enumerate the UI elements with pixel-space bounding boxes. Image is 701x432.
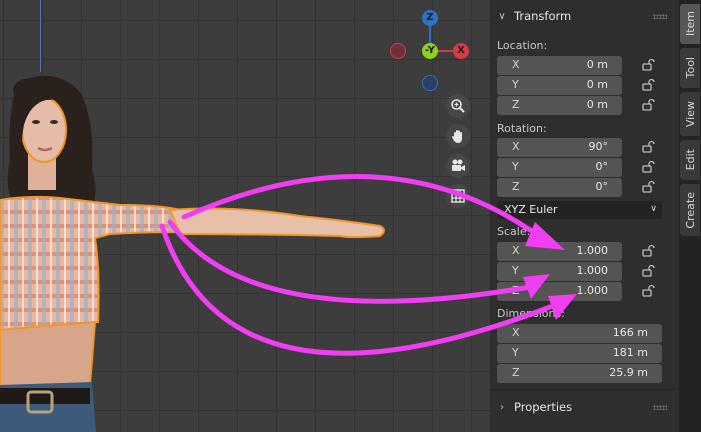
rotation-x-field[interactable]: X 90° <box>497 138 622 157</box>
location-x-field[interactable]: X 0 m <box>497 56 622 75</box>
axis-label: Y <box>512 346 519 359</box>
scale-z-field[interactable]: Z 1.000 <box>497 282 622 301</box>
rotation-label: Rotation: <box>497 122 547 135</box>
tab-create[interactable]: Create <box>680 184 700 236</box>
camera-icon[interactable] <box>446 154 470 178</box>
field-value: 90° <box>588 140 609 153</box>
axis-label: X <box>512 326 520 339</box>
3d-viewport[interactable]: Z -Y X <box>0 0 490 432</box>
sidebar-tabs: Item Tool View Edit Create <box>679 0 701 432</box>
field-value: 0 m <box>586 78 608 91</box>
tab-create-label: Create <box>683 191 697 229</box>
zoom-icon[interactable] <box>446 94 470 118</box>
gizmo-neg-x-axis[interactable] <box>390 43 406 59</box>
location-y-field[interactable]: Y 0 m <box>497 76 622 95</box>
scale-y-field[interactable]: Y 1.000 <box>497 262 622 281</box>
axis-label: X <box>512 58 520 71</box>
axis-label: X <box>512 244 520 257</box>
axis-label: Y <box>512 78 519 91</box>
lock-icon[interactable] <box>641 180 655 194</box>
lock-icon[interactable] <box>641 160 655 174</box>
scale-label: Scale: <box>497 225 531 238</box>
drag-grip-icon[interactable] <box>653 14 667 19</box>
chevron-down-icon: ∨ <box>498 10 506 22</box>
tab-item-label: Item <box>683 11 697 37</box>
tab-tool-label: Tool <box>683 57 697 79</box>
location-label: Location: <box>497 39 548 52</box>
tab-view[interactable]: View <box>680 92 700 136</box>
field-value: 25.9 m <box>609 366 648 379</box>
axis-label: Y <box>512 160 519 173</box>
dimensions-z-field[interactable]: Z 25.9 m <box>497 364 662 383</box>
axis-label: X <box>512 140 520 153</box>
field-value: 0 m <box>586 58 608 71</box>
drag-grip-icon[interactable] <box>653 405 667 410</box>
rotation-mode-value: XYZ Euler <box>504 203 558 216</box>
properties-title: Properties <box>514 400 573 414</box>
axis-label: Y <box>512 264 519 277</box>
lock-icon[interactable] <box>641 78 655 92</box>
rotation-y-field[interactable]: Y 0° <box>497 158 622 177</box>
tab-tool[interactable]: Tool <box>680 48 700 88</box>
lock-icon[interactable] <box>641 98 655 112</box>
location-z-field[interactable]: Z 0 m <box>497 96 622 115</box>
field-value: 0° <box>595 160 609 173</box>
transform-header[interactable]: ∨ Transform <box>490 1 679 31</box>
tab-edit[interactable]: Edit <box>680 140 700 180</box>
properties-header[interactable]: › Properties <box>490 392 679 422</box>
chevron-down-icon: ∨ <box>650 204 657 214</box>
axis-label: Z <box>512 98 520 111</box>
lock-icon[interactable] <box>641 140 655 154</box>
field-value: 181 m <box>612 346 648 359</box>
field-value: 1.000 <box>576 264 609 277</box>
chevron-right-icon: › <box>500 401 504 413</box>
transform-title: Transform <box>514 9 572 23</box>
lock-icon[interactable] <box>641 264 655 278</box>
divider <box>490 389 679 390</box>
dimensions-y-field[interactable]: Y 181 m <box>497 344 662 363</box>
field-value: 0 m <box>586 98 608 111</box>
tab-item[interactable]: Item <box>680 4 700 44</box>
lock-icon[interactable] <box>641 284 655 298</box>
sidebar-panel: ∨ Transform Location: X 0 m Y 0 m Z 0 m Rotat… <box>490 0 679 432</box>
axis-label: Z <box>512 284 520 297</box>
axis-label: Z <box>512 180 520 193</box>
orientation-gizmo[interactable]: Z -Y X <box>388 10 472 94</box>
field-value: 1.000 <box>576 284 609 297</box>
lock-icon[interactable] <box>641 244 655 258</box>
tab-edit-label: Edit <box>683 149 697 171</box>
gizmo-z-axis[interactable]: Z <box>422 10 438 26</box>
dimensions-x-field[interactable]: X 166 m <box>497 324 662 343</box>
axis-label: Z <box>512 366 520 379</box>
field-value: 1.000 <box>576 244 609 257</box>
tab-view-label: View <box>683 100 697 128</box>
hand-pan-icon[interactable] <box>446 124 470 148</box>
gizmo-x-axis[interactable]: X <box>453 43 469 59</box>
lock-icon[interactable] <box>641 58 655 72</box>
field-value: 166 m <box>612 326 648 339</box>
scale-x-field[interactable]: X 1.000 <box>497 242 622 261</box>
dimensions-label: Dimensions: <box>497 307 565 320</box>
rotation-mode-select[interactable]: XYZ Euler ∨ <box>497 201 662 219</box>
field-value: 0° <box>595 180 609 193</box>
grid-view-icon[interactable] <box>446 184 470 208</box>
rotation-z-field[interactable]: Z 0° <box>497 178 622 197</box>
gizmo-neg-y-axis[interactable]: -Y <box>422 43 438 59</box>
gizmo-neg-z-axis[interactable] <box>422 75 438 91</box>
